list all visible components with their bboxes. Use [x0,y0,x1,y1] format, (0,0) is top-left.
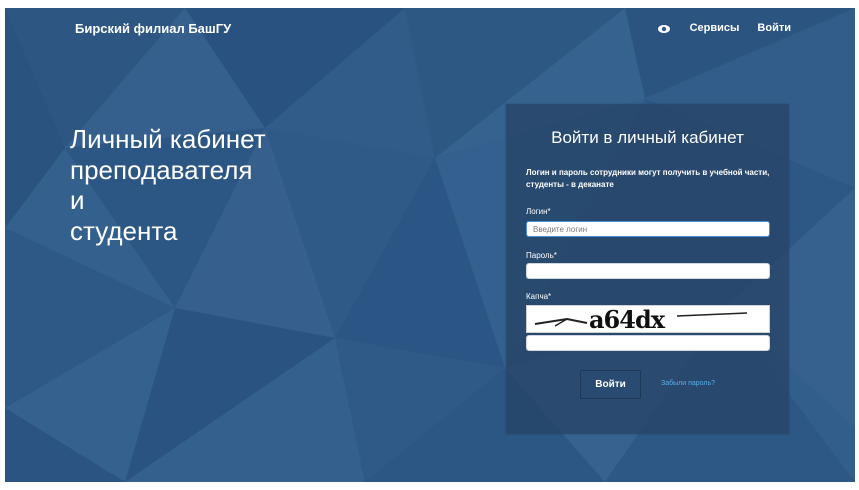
password-input[interactable] [526,263,770,279]
nav-login-link[interactable]: Войти [757,22,791,34]
hero-title: Личный кабинет преподавателя и студента [70,124,266,247]
hero-line: преподавателя [70,154,253,185]
brand-link[interactable]: Бирский филиал БашГУ [75,21,231,36]
login-input[interactable] [526,221,770,237]
hero-line: студента [70,216,178,247]
captcha-label: Капча* [526,292,552,301]
top-navbar: Бирский филиал БашГУ Сервисы Войти [5,8,855,50]
hero-line: Личный кабинет [70,124,266,154]
eye-icon[interactable] [656,22,672,34]
page-frame: Бирский филиал БашГУ Сервисы Войти Личны… [5,8,855,482]
nav-services-link[interactable]: Сервисы [690,22,740,34]
login-label: Логин* [526,207,551,216]
captcha-text: a64dx [589,306,666,332]
nav-menu: Сервисы Войти [656,22,791,34]
submit-button[interactable]: Войти [580,370,641,399]
password-label: Пароль* [526,251,557,260]
captcha-image: a64dx [526,305,770,333]
login-note: Логин и пароль сотрудники могут получить… [526,168,770,189]
login-panel: Войти в личный кабинет Логин и пароль со… [506,104,789,434]
forgot-password-link[interactable]: Забыли пароль? [661,380,715,387]
hero-line: и [70,185,85,216]
captcha-input[interactable] [526,335,770,351]
login-title: Войти в личный кабинет [551,128,744,147]
